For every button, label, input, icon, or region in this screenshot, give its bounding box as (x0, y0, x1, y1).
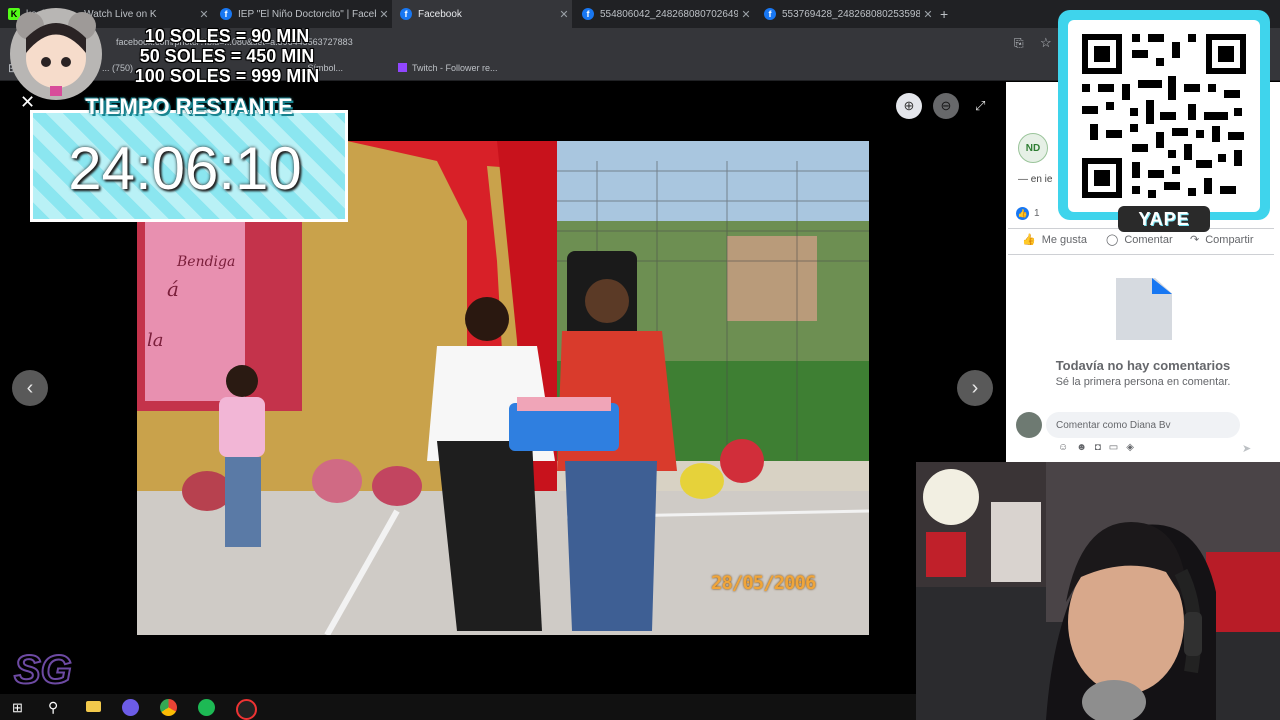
gif-icon[interactable]: ▭ (1109, 442, 1126, 453)
obs-icon[interactable] (236, 699, 257, 720)
tab-title: 554806042_248268080702649 (600, 8, 738, 20)
fullscreen-icon[interactable]: ⤢ (975, 98, 985, 114)
close-tab-icon[interactable]: ✕ (196, 8, 212, 21)
channel-watermark: SG (13, 647, 73, 693)
share-button-label: Compartir (1205, 233, 1254, 246)
share-button[interactable]: ↷ Compartir (1190, 233, 1254, 247)
windows-start-icon[interactable]: ⊞ (12, 700, 23, 716)
tab-title: Facebook (418, 8, 462, 20)
twitch-icon (398, 63, 407, 72)
zoom-out-icon[interactable]: ⊖ (933, 93, 959, 119)
banner-text: la (147, 330, 164, 351)
close-tab-icon[interactable]: ✕ (920, 8, 936, 21)
comment-button[interactable]: ◯ Comentar (1106, 233, 1173, 247)
timer-title: TIEMPO RESTANTE (85, 94, 293, 119)
comment-button-label: Comentar (1124, 233, 1173, 246)
sticker-icon[interactable]: ◈ (1126, 442, 1142, 453)
bookmark-star-icon[interactable]: ☆ (1040, 35, 1052, 51)
send-icon[interactable]: ➤ (1242, 442, 1251, 455)
no-comments-subtitle: Sé la primera persona en comentar. (1055, 376, 1231, 388)
thumbs-up-icon: 👍 (1022, 234, 1036, 246)
timer-countdown: 24:06:10 (68, 135, 302, 202)
banner-text: Bendiga (176, 254, 235, 270)
no-comments-title: Todavía no hay comentarios (1055, 358, 1231, 373)
chrome-icon[interactable] (160, 699, 177, 716)
like-button[interactable]: 👍 Me gusta (1022, 233, 1087, 247)
reaction-count[interactable]: 1 (1034, 208, 1040, 219)
price-line: 50 SOLES = 450 MIN (139, 46, 315, 66)
post-caption: — en ie (1018, 174, 1053, 185)
donation-price-list: 10 SOLES = 90 MIN 50 SOLES = 450 MIN 100… (112, 26, 342, 86)
like-button-label: Me gusta (1041, 233, 1087, 246)
price-line: 10 SOLES = 90 MIN (144, 26, 310, 46)
previous-photo-button[interactable]: ‹ (12, 370, 48, 406)
banner-text: á (167, 277, 179, 301)
tab-photo-1[interactable]: f 554806042_248268080702649 ✕ (574, 0, 754, 28)
qr-card (1058, 10, 1270, 220)
emoji-icon[interactable]: ☻ (1076, 442, 1095, 453)
price-line: 100 SOLES = 999 MIN (134, 66, 320, 86)
new-tab-button[interactable]: + (940, 6, 948, 22)
facebook-icon: f (400, 8, 412, 20)
close-tab-icon[interactable]: ✕ (556, 8, 572, 21)
next-photo-button[interactable]: › (957, 370, 993, 406)
page-avatar[interactable]: ND (1018, 133, 1048, 163)
tab-title: IEP "El Niño Doctorcito" | Faceb (238, 8, 376, 20)
comment-tools[interactable]: ☺☻◘▭◈ (1058, 442, 1142, 453)
commenter-avatar[interactable] (1016, 412, 1042, 438)
zoom-in-icon[interactable]: ⊕ (896, 93, 922, 119)
close-tab-icon[interactable]: ✕ (376, 8, 392, 21)
comment-input[interactable]: Comentar como Diana Bv (1046, 412, 1240, 438)
facebook-icon: f (220, 8, 232, 20)
webcam-feed (916, 462, 1280, 720)
avatar-sticker-icon[interactable]: ☺ (1058, 442, 1076, 453)
camera-icon[interactable]: ◘ (1095, 442, 1109, 453)
speech-bubble-icon: ◯ (1106, 234, 1119, 246)
like-reaction-icon: 👍 (1016, 207, 1029, 220)
tab-title: 553769428_248268080253598 (782, 8, 920, 20)
tab-photo-2[interactable]: f 553769428_248268080253598 ✕ (756, 0, 936, 28)
discord-icon[interactable] (122, 699, 139, 716)
spotify-icon[interactable] (198, 699, 215, 716)
mascot-avatar (10, 8, 102, 100)
divider (1008, 254, 1274, 255)
qr-label: YAPE (1118, 206, 1210, 232)
file-explorer-icon[interactable] (86, 701, 101, 712)
cast-icon[interactable]: ⎘ (1014, 36, 1024, 51)
bookmark-twitch[interactable]: Twitch - Follower re... (412, 63, 498, 73)
search-icon[interactable]: ⚲ (48, 699, 58, 716)
tab-facebook[interactable]: f Facebook ✕ (392, 0, 572, 28)
photo-date-stamp: 28/05/2006 (711, 572, 816, 594)
qr-code (1068, 20, 1260, 212)
facebook-icon: f (764, 8, 776, 20)
tab-iep-facebook[interactable]: f IEP "El Niño Doctorcito" | Faceb ✕ (212, 0, 392, 28)
facebook-icon: f (582, 8, 594, 20)
close-tab-icon[interactable]: ✕ (738, 8, 754, 21)
share-arrow-icon: ↷ (1190, 234, 1200, 246)
